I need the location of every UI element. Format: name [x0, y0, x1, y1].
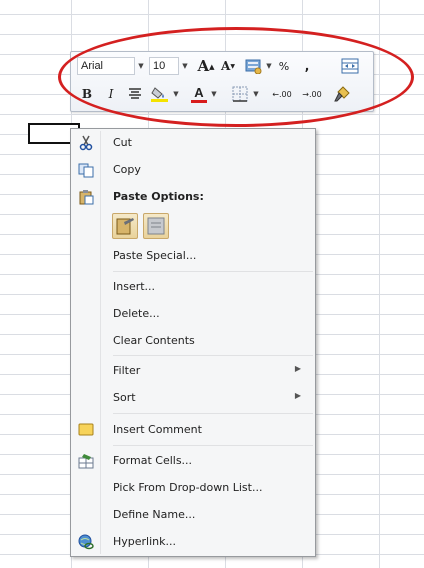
fill-color-button[interactable] [149, 83, 171, 105]
italic-button[interactable]: I [103, 83, 119, 105]
grow-font-icon: A [197, 57, 210, 75]
toolbar-row-2: B I ▼ A ▼ ▼ ← .00 → .00 [77, 83, 369, 107]
borders-button[interactable] [229, 83, 251, 105]
font-size-dropdown-icon[interactable]: ▼ [179, 57, 191, 75]
borders-dropdown-icon[interactable]: ▼ [252, 85, 260, 103]
font-color-bar [191, 99, 207, 103]
bold-icon: B [81, 87, 93, 101]
menu-item-insert[interactable]: Insert... [71, 276, 315, 298]
font-name-value: Arial [81, 60, 104, 72]
paste-brush-icon [116, 218, 134, 235]
fill-color-dropdown-icon[interactable]: ▼ [172, 85, 180, 103]
menu-label-insert: Insert... [113, 280, 156, 293]
comma-icon: , [304, 59, 310, 73]
font-color-button[interactable]: A [189, 83, 209, 105]
menu-label-cut: Cut [113, 136, 132, 149]
menu-item-format-cells[interactable]: Format Cells... [71, 450, 315, 472]
comma-style-button[interactable]: , [299, 55, 315, 77]
menu-label-sort: Sort [113, 391, 136, 404]
menu-label-delete: Delete... [113, 307, 160, 320]
merge-cells-icon [341, 58, 359, 74]
hyperlink-icon [78, 534, 94, 550]
copy-icon [78, 163, 94, 178]
clipboard-icon [79, 190, 94, 205]
menu-separator [113, 445, 313, 446]
accounting-dropdown-icon[interactable]: ▼ [265, 57, 273, 75]
grow-font-button[interactable]: A ▲ [197, 55, 215, 77]
toolbar-row-1: Arial ▼ 10 ▼ A ▲ A ▼ ▼ % , [77, 55, 369, 79]
font-size-value: 10 [153, 60, 166, 72]
menu-label-copy: Copy [113, 163, 141, 176]
menu-label-define-name: Define Name... [113, 508, 196, 521]
font-name-dropdown-icon[interactable]: ▼ [135, 57, 147, 75]
increase-decimal-button[interactable]: ← .00 [269, 83, 295, 105]
menu-label-insert-comment: Insert Comment [113, 423, 202, 436]
menu-label-paste-special: Paste Special... [113, 249, 197, 262]
paste-option-paste-button[interactable] [112, 213, 138, 239]
menu-separator [113, 355, 313, 356]
format-cells-icon [78, 454, 94, 469]
mini-toolbar: Arial ▼ 10 ▼ A ▲ A ▼ ▼ % , B I ▼ A ▼ ▼ ←… [70, 51, 374, 112]
menu-item-hyperlink[interactable]: Hyperlink... [71, 531, 315, 553]
borders-icon [232, 86, 248, 102]
menu-label-hyperlink: Hyperlink... [113, 535, 176, 548]
menu-item-insert-comment[interactable]: Insert Comment [71, 419, 315, 441]
percent-style-button[interactable]: % [275, 55, 293, 77]
font-size-combo[interactable]: 10 [149, 57, 179, 75]
menu-label-paste-options: Paste Options: [113, 190, 204, 203]
menu-item-filter[interactable]: Filter ▶ [71, 360, 315, 382]
menu-item-define-name[interactable]: Define Name... [71, 504, 315, 526]
shrink-font-button[interactable]: A ▼ [219, 55, 237, 77]
paste-values-icon [147, 217, 165, 235]
bold-button[interactable]: B [79, 83, 95, 105]
menu-separator [113, 271, 313, 272]
paste-option-values-button[interactable] [143, 213, 169, 239]
format-painter-button[interactable] [339, 55, 361, 77]
menu-label-pick-from-list: Pick From Drop-down List... [113, 481, 263, 494]
menu-label-clear-contents: Clear Contents [113, 334, 195, 347]
menu-item-pick-from-list[interactable]: Pick From Drop-down List... [71, 477, 315, 499]
decrease-decimal-icon: .00 [308, 89, 322, 99]
shrink-font-icon: A [221, 59, 231, 73]
submenu-arrow-icon: ▶ [294, 364, 301, 373]
menu-header-paste-options: Paste Options: [71, 186, 315, 208]
menu-item-clear-contents[interactable]: Clear Contents [71, 330, 315, 352]
menu-label-format-cells: Format Cells... [113, 454, 193, 467]
align-center-button[interactable] [125, 83, 145, 105]
scissors-icon [79, 135, 93, 151]
font-color-icon: A [194, 84, 204, 100]
fill-bucket-icon [151, 87, 168, 102]
accounting-format-button[interactable] [243, 55, 265, 77]
format-painter-button[interactable] [331, 83, 353, 105]
font-color-dropdown-icon[interactable]: ▼ [210, 85, 218, 103]
accounting-format-icon [245, 59, 262, 74]
menu-item-paste-special[interactable]: Paste Special... [71, 245, 315, 267]
decrease-decimal-button[interactable]: → .00 [299, 83, 325, 105]
format-painter-icon [334, 86, 350, 102]
menu-item-sort[interactable]: Sort ▶ [71, 387, 315, 409]
menu-item-cut[interactable]: Cut [71, 132, 315, 154]
menu-label-filter: Filter [113, 364, 141, 377]
increase-decimal-icon: .00 [278, 89, 292, 99]
italic-icon: I [108, 87, 114, 101]
align-center-icon [129, 88, 141, 99]
context-menu: Cut Copy Paste Options: Paste Special... [70, 128, 316, 557]
menu-item-copy[interactable]: Copy [71, 159, 315, 181]
font-name-combo[interactable]: Arial [77, 57, 135, 75]
submenu-arrow-icon: ▶ [294, 391, 301, 400]
menu-separator [113, 413, 313, 414]
comment-icon [78, 423, 94, 436]
menu-item-delete[interactable]: Delete... [71, 303, 315, 325]
percent-icon: % [278, 59, 290, 73]
